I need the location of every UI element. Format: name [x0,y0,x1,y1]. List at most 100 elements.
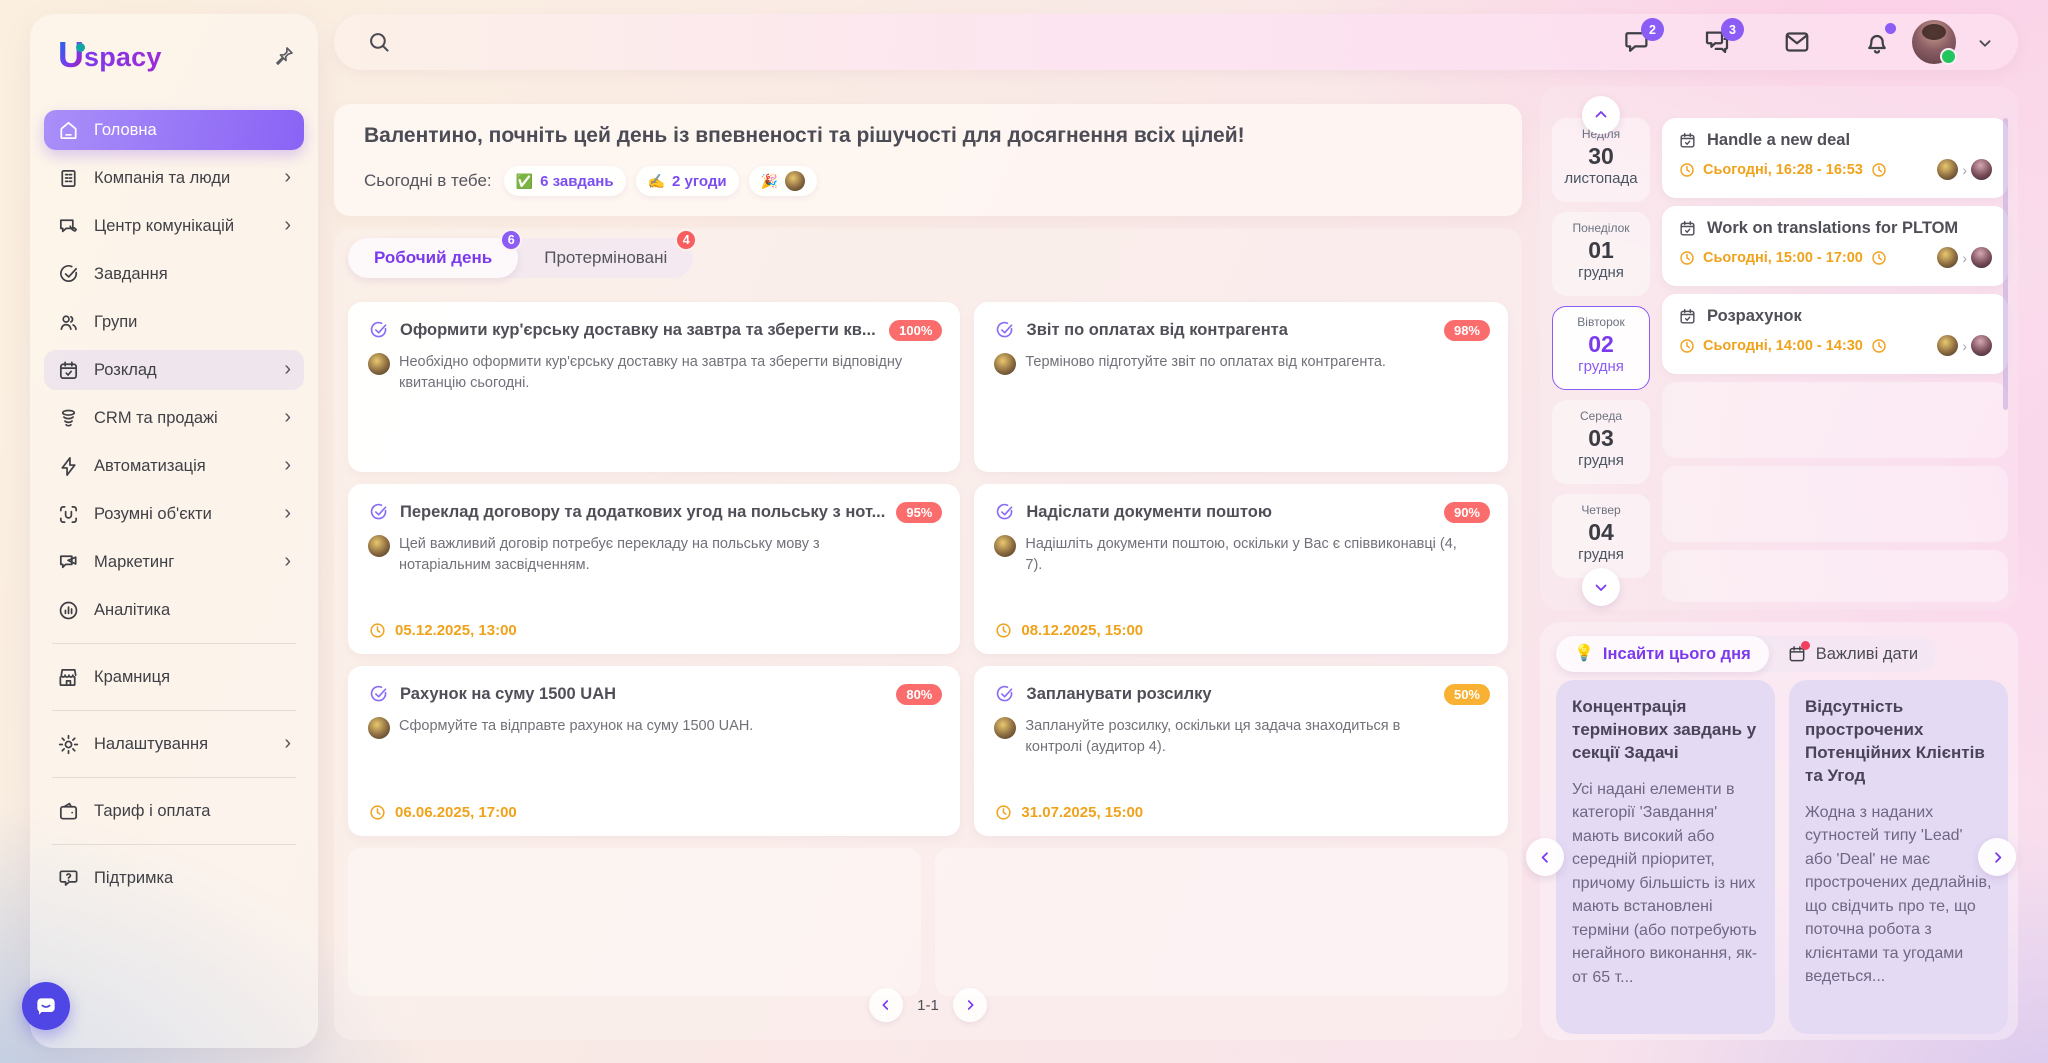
insights-prev-button[interactable] [1526,838,1564,876]
sidebar-item[interactable]: Компанія та люди › [44,158,304,198]
sidebar-item[interactable]: Тариф і оплата [44,791,304,831]
task-tab[interactable]: Протерміновані 4 [518,238,693,278]
sidebar-item-label: Аналітика [94,601,170,620]
tab-count-badge: 6 [500,229,522,251]
header-icon-button[interactable] [1862,27,1892,57]
avatar [1937,247,1958,268]
comm-icon [57,215,80,238]
empty-event-slot [1662,382,2008,458]
task-check-icon [368,320,389,341]
marketing-icon [57,551,80,574]
day-card[interactable]: Середа 03 грудня [1552,400,1650,484]
today-badge[interactable]: ✍️ 2 угоди [636,166,739,196]
task-check-icon [994,320,1015,341]
sidebar-item-label: Завдання [94,265,168,284]
search-button[interactable] [366,29,392,55]
task-card[interactable]: Переклад договору та додаткових угод на … [348,484,960,654]
sidebar-item[interactable]: Крамниця [44,657,304,697]
avatar [368,353,390,375]
prev-page-button[interactable] [869,988,903,1022]
event-card[interactable]: Розрахунок Сьогодні, 14:00 - 14:30 › [1662,294,2008,374]
avatar [1937,159,1958,180]
event-card[interactable]: Handle a new deal Сьогодні, 16:28 - 16:5… [1662,118,2008,198]
insight-card[interactable]: Відсутність прострочених Потенційних Клі… [1789,680,2008,1034]
task-progress-badge: 100% [889,320,942,341]
empty-task-slot [348,848,921,996]
sidebar-item[interactable]: Автоматизація › [44,446,304,486]
next-page-button[interactable] [953,988,987,1022]
insight-body: Жодна з наданих сутностей типу 'Lead' аб… [1805,801,1992,989]
task-card[interactable]: Оформити кур'єрську доставку на завтра т… [348,302,960,472]
event-card[interactable]: Work on translations for PLTOM Сьогодні,… [1662,206,2008,286]
top-bar: 2 3 [334,14,2018,70]
sidebar-divider [52,643,296,644]
profile-menu-button[interactable] [1974,32,1996,54]
task-card[interactable]: Звіт по оплатах від контрагента 98% Терм… [974,302,1508,472]
pin-sidebar-button[interactable] [272,44,296,68]
weekday-label: Вівторок [1553,315,1649,329]
support-chat-button[interactable] [22,982,70,1030]
sidebar-item[interactable]: Центр комунікацій › [44,206,304,246]
task-card[interactable]: Надіслати документи поштою 90% Надішліть… [974,484,1508,654]
weekday-label: Середа [1552,409,1650,423]
avatar [994,535,1016,557]
notification-dot [1885,23,1896,34]
sidebar-item[interactable]: Групи [44,302,304,342]
task-card[interactable]: Рахунок на суму 1500 UAH 80% Сформуйте т… [348,666,960,836]
wallet-icon [57,800,80,823]
lightbulb-icon: 💡 [1574,646,1594,662]
task-progress-badge: 90% [1444,502,1490,523]
mail-icon [1782,27,1812,57]
task-title: Оформити кур'єрську доставку на завтра т… [400,321,878,340]
calendar-icon [57,359,80,382]
today-badge[interactable]: 🎉 [749,166,817,196]
header-icon-button[interactable] [1782,27,1812,57]
user-avatar[interactable] [1912,20,1956,64]
task-title: Звіт по оплатах від контрагента [1026,321,1433,340]
empty-event-slot [1662,550,2008,602]
weekday-label: Понеділок [1552,221,1650,235]
uspacy-logo[interactable]: Uspacy [58,38,162,72]
task-title: Переклад договору та додаткових угод на … [400,503,885,522]
scroll-days-up-button[interactable] [1582,96,1620,134]
task-description: Заплануйте розсилку, оскільки ця задача … [1025,716,1460,758]
crm-icon [57,407,80,430]
sidebar-item[interactable]: Підтримка [44,858,304,898]
task-description: Цей важливий договір потребує перекладу … [399,534,912,576]
building-icon [57,167,80,190]
chevron-right-icon: › [284,215,291,235]
sidebar-item[interactable]: Налаштування › [44,724,304,764]
day-card[interactable]: Понеділок 01 грудня [1552,212,1650,296]
insights-next-button[interactable] [1978,838,2016,876]
today-summary: Сьогодні в тебе: ✅ 6 завдань ✍️ 2 угоди [364,166,817,196]
scroll-days-down-button[interactable] [1582,568,1620,606]
sidebar-item[interactable]: Головна [44,110,304,150]
tab-important-dates[interactable]: Важливі дати [1769,636,1936,672]
task-description: Необхідно оформити кур'єрську доставку н… [399,352,912,394]
day-card[interactable]: Вівторок 02 грудня [1552,306,1650,390]
clock-icon [368,803,387,822]
sidebar-item[interactable]: Маркетинг › [44,542,304,582]
schedule-scrollbar[interactable] [2003,118,2008,410]
calendar-icon [1678,307,1697,326]
chevron-right-icon: › [1962,250,1967,266]
tab-insights[interactable]: 💡 Інсайти цього дня [1556,636,1769,672]
sidebar-item[interactable]: Завдання [44,254,304,294]
sidebar-item-label: Центр комунікацій [94,217,234,236]
sidebar-item[interactable]: Розклад › [44,350,304,390]
header-icon-button[interactable]: 3 [1702,27,1732,57]
today-badge[interactable]: ✅ 6 завдань [504,166,626,196]
insight-cards: Концентрація термінових завдань у секції… [1556,680,2008,1034]
sidebar-item[interactable]: CRM та продажі › [44,398,304,438]
sidebar-item[interactable]: Аналітика [44,590,304,630]
insight-card[interactable]: Концентрація термінових завдань у секції… [1556,680,1775,1034]
task-tab[interactable]: Робочий день 6 [348,238,518,278]
chevron-right-icon: › [284,407,291,427]
day-card[interactable]: Четвер 04 грудня [1552,494,1650,578]
avatar [994,717,1016,739]
task-card[interactable]: Запланувати розсилку 50% Заплануйте розс… [974,666,1508,836]
event-title: Розрахунок [1707,307,1802,326]
sidebar-item[interactable]: Розумні об'єкти › [44,494,304,534]
header-icon-button[interactable]: 2 [1622,27,1652,57]
tab-label: Протерміновані [544,248,667,267]
